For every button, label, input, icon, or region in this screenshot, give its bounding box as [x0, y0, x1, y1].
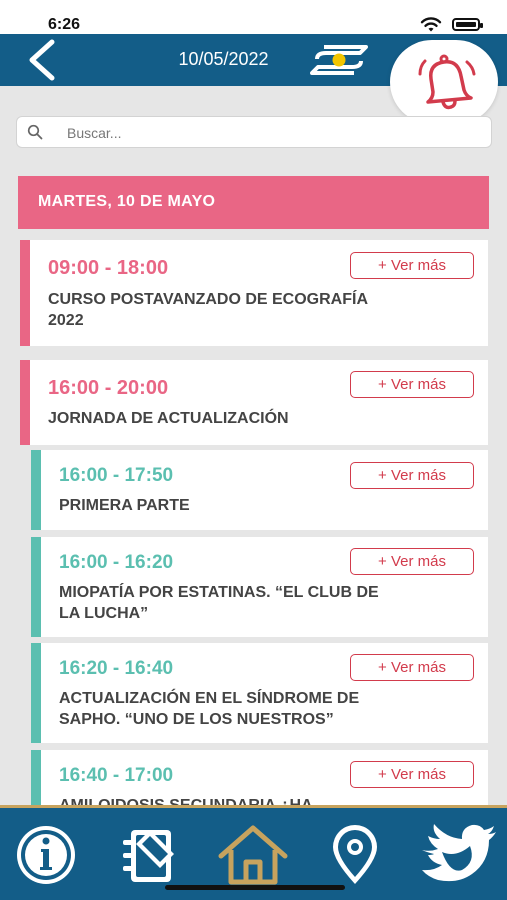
event-title-line: ACTUALIZACIÓN EN EL SÍNDROME DE: [59, 690, 360, 707]
ver-mas-button[interactable]: + Ver más: [350, 371, 474, 398]
event-card: 09:00 - 18:00 + Ver más CURSO POSTAVANZA…: [20, 240, 488, 346]
header-date: 10/05/2022: [178, 49, 269, 69]
search-bar[interactable]: [16, 116, 492, 148]
content-area: 6:26 10/05/2022 Buscar... MARTES, 10 DE …: [0, 0, 507, 805]
twitter-bird-icon: [422, 824, 496, 882]
event-title: JORNADA DE ACTUALIZACIÓN: [48, 408, 289, 429]
status-time: 6:26: [48, 16, 81, 33]
tab-location[interactable]: [319, 822, 391, 888]
event-card: 16:40 - 17:00 + Ver más AMILOIDOSIS SECU…: [31, 750, 488, 805]
notifications-button[interactable]: [390, 40, 498, 124]
event-card: 16:00 - 17:50 + Ver más PRIMERA PARTE: [31, 450, 488, 530]
notebook-icon: [123, 830, 174, 882]
event-title: PRIMERA PARTE: [59, 495, 190, 516]
home-icon: [218, 825, 288, 885]
search-input[interactable]: [65, 121, 479, 145]
tab-home[interactable]: [217, 822, 289, 888]
event-title-line: MIOPATÍA POR ESTATINAS. “EL CLUB DE: [59, 584, 379, 601]
event-title-line: SAPHO. “UNO DE LOS NUESTROS”: [59, 711, 334, 728]
event-title-line: AMILOIDOSIS SECUNDARIA ¿HA: [59, 795, 313, 805]
brand-logo-icon: [310, 45, 368, 75]
bell-icon: [418, 54, 476, 110]
event-card: 16:20 - 16:40 + Ver más ACTUALIZACIÓN EN…: [31, 643, 488, 743]
home-indicator: [165, 885, 345, 890]
event-title: AMILOIDOSIS SECUNDARIA ¿HA: [59, 795, 313, 805]
ver-mas-button[interactable]: + Ver más: [350, 761, 474, 788]
event-title: ACTUALIZACIÓN EN EL SÍNDROME DE SAPHO. “…: [59, 688, 359, 730]
event-time: 16:40 - 17:00: [59, 765, 174, 786]
location-pin-icon: [333, 825, 377, 884]
event-time: 16:20 - 16:40: [59, 658, 174, 679]
day-header-label: MARTES, 10 DE MAYO: [38, 193, 216, 210]
event-title-line: PRIMERA PARTE: [59, 497, 190, 514]
event-time: 16:00 - 16:20: [59, 552, 174, 573]
day-header: MARTES, 10 DE MAYO: [18, 176, 489, 229]
event-title-line: CURSO POSTAVANZADO DE ECOGRAFÍA: [48, 291, 369, 308]
event-title-line: 2022: [48, 312, 84, 329]
event-time: 16:00 - 17:50: [59, 465, 174, 486]
info-icon: [17, 826, 75, 884]
event-title-line: JORNADA DE ACTUALIZACIÓN: [48, 410, 289, 427]
tab-twitter[interactable]: [420, 822, 496, 888]
event-card: 16:00 - 16:20 + Ver más MIOPATÍA POR EST…: [31, 537, 488, 637]
tab-info[interactable]: [10, 822, 82, 888]
ver-mas-button[interactable]: + Ver más: [350, 548, 474, 575]
event-title: CURSO POSTAVANZADO DE ECOGRAFÍA 2022: [48, 289, 368, 331]
ver-mas-button[interactable]: + Ver más: [350, 252, 474, 279]
event-title: MIOPATÍA POR ESTATINAS. “EL CLUB DE LA L…: [59, 582, 379, 624]
event-card: 16:00 - 20:00 + Ver más JORNADA DE ACTUA…: [20, 360, 488, 445]
search-icon: [27, 124, 43, 140]
status-bar: 6:26: [0, 0, 507, 34]
event-time: 16:00 - 20:00: [48, 377, 169, 399]
ver-mas-button[interactable]: + Ver más: [350, 462, 474, 489]
ver-mas-button[interactable]: + Ver más: [350, 654, 474, 681]
wifi-icon: [420, 17, 442, 32]
event-time: 09:00 - 18:00: [48, 257, 169, 279]
battery-icon: [452, 18, 483, 31]
event-title-line: LA LUCHA”: [59, 605, 149, 622]
tab-notebook[interactable]: [114, 822, 186, 888]
